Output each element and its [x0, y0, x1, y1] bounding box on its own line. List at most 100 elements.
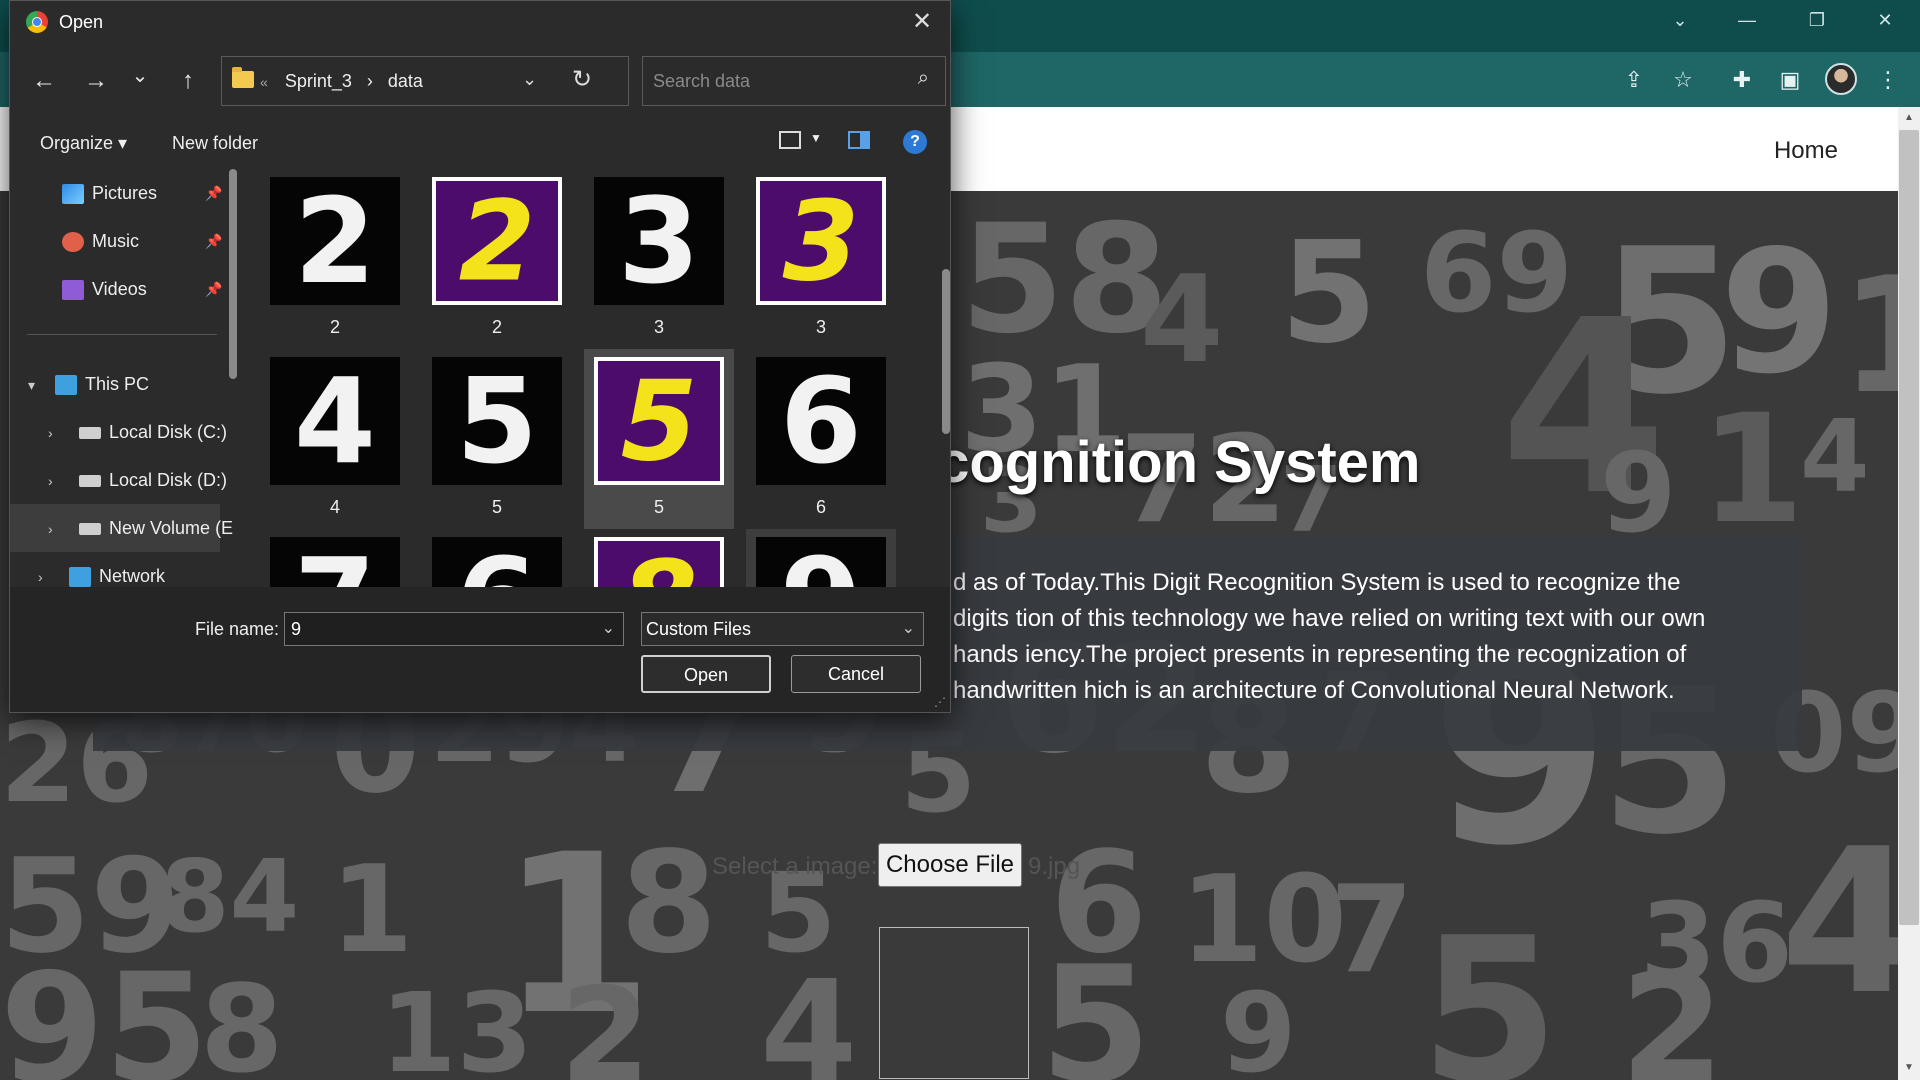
choose-file-button[interactable]: Choose File — [878, 843, 1022, 887]
nav-home-link[interactable]: Home — [1774, 137, 1838, 165]
nav-item-this-pc[interactable]: ▾ This PC — [28, 374, 149, 410]
change-view-icon[interactable] — [779, 131, 801, 149]
file-tile[interactable]: 8 — [584, 529, 734, 587]
search-input[interactable]: Search data — [653, 71, 750, 92]
minimize-icon[interactable]: — — [1732, 10, 1762, 31]
file-tile[interactable]: 22 — [260, 169, 410, 349]
scroll-down-arrow-icon[interactable]: ▼ — [1903, 1062, 1915, 1073]
file-tile[interactable]: 9 — [746, 529, 896, 587]
nav-item-local-disk-d[interactable]: › Local Disk (D:) — [48, 470, 227, 506]
svg-text:9: 9 — [1220, 969, 1297, 1080]
file-tile[interactable]: 33 — [584, 169, 734, 349]
open-file-dialog: Open ✕ ← → ⌄ ↑ « Sprint_3 › data ⌄ ↻ Sea… — [9, 0, 951, 713]
scroll-up-arrow-icon[interactable]: ▲ — [1903, 112, 1915, 123]
extensions-icon[interactable]: ✚ — [1728, 66, 1756, 94]
file-name-label: 6 — [815, 497, 826, 517]
breadcrumb-data[interactable]: data — [388, 71, 423, 91]
collapsed-chevron-icon[interactable]: › — [48, 425, 74, 441]
back-arrow-icon[interactable]: ← — [28, 67, 60, 95]
file-type-dropdown-icon[interactable]: ⌄ — [902, 618, 915, 638]
drive-icon — [79, 523, 102, 536]
page-scrollbar-thumb[interactable] — [1899, 130, 1919, 925]
svg-text:5: 5 — [1040, 931, 1151, 1080]
file-tile[interactable]: 55 — [422, 349, 572, 529]
pictures-icon — [62, 184, 84, 205]
image-thumbnail: 3 — [756, 177, 886, 305]
cancel-button[interactable]: Cancel — [791, 655, 921, 693]
close-window-icon[interactable]: ✕ — [1870, 10, 1900, 31]
tab-search-icon[interactable]: ⌄ — [1665, 10, 1695, 31]
file-type-select[interactable]: Custom Files ⌄ — [641, 612, 924, 646]
pin-icon[interactable]: 📌 — [205, 233, 222, 250]
svg-text:2: 2 — [560, 959, 650, 1080]
folder-icon — [232, 67, 254, 88]
file-grid-scrollbar[interactable] — [942, 269, 950, 434]
bookmark-star-icon[interactable]: ☆ — [1669, 66, 1697, 94]
dialog-close-icon[interactable]: ✕ — [906, 7, 938, 36]
file-tile[interactable]: 22 — [422, 169, 572, 349]
file-tile[interactable]: 66 — [746, 349, 896, 529]
expanded-chevron-icon[interactable]: ▾ — [28, 377, 50, 394]
open-button[interactable]: Open — [641, 655, 771, 693]
nav-item-label: Local Disk (C:) — [109, 422, 228, 442]
nav-divider — [27, 334, 217, 335]
file-name-label: 3 — [815, 317, 826, 337]
file-tile[interactable]: 7 — [260, 529, 410, 587]
image-preview-box — [879, 927, 1029, 1079]
collapsed-chevron-icon[interactable]: › — [48, 521, 74, 537]
restore-icon[interactable]: ❐ — [1802, 10, 1832, 31]
collapsed-chevron-icon[interactable]: › — [38, 569, 64, 585]
digit-glyph: 2 — [294, 177, 376, 305]
resize-grip-icon[interactable]: ⋰ — [934, 695, 946, 709]
nav-item-pictures[interactable]: Pictures — [62, 183, 157, 219]
breadcrumb-overflow[interactable]: « — [260, 74, 268, 90]
side-panel-icon[interactable]: ▣ — [1776, 66, 1804, 94]
file-type-value[interactable]: Custom Files — [646, 619, 751, 640]
file-tile[interactable]: 6 — [422, 529, 572, 587]
file-tile[interactable]: 44 — [260, 349, 410, 529]
search-icon[interactable]: ⌕ — [918, 67, 929, 90]
file-tile[interactable]: 33 — [746, 169, 896, 349]
nav-item-new-volume[interactable]: › New Volume (E — [48, 518, 233, 554]
nav-pane-scrollbar[interactable] — [229, 169, 237, 379]
file-tile[interactable]: 55 — [584, 349, 734, 529]
up-folder-arrow-icon[interactable]: ↑ — [172, 67, 204, 95]
recent-locations-chevron-icon[interactable]: ⌄ — [124, 63, 156, 88]
svg-text:13: 13 — [380, 969, 533, 1080]
profile-avatar[interactable] — [1825, 63, 1857, 95]
pin-icon[interactable]: 📌 — [205, 185, 222, 202]
nav-item-network[interactable]: › Network — [38, 566, 165, 587]
preview-pane-icon[interactable] — [848, 131, 870, 149]
digit-glyph: 8 — [621, 541, 698, 587]
nav-item-label: New Volume (E — [109, 518, 234, 538]
forward-arrow-icon[interactable]: → — [80, 67, 112, 95]
nav-item-label: Local Disk (D:) — [109, 470, 228, 490]
view-dropdown-icon[interactable]: ▼ — [810, 131, 822, 145]
file-name-label: 4 — [329, 497, 340, 517]
digit-glyph: 7 — [294, 537, 376, 587]
nav-item-music[interactable]: Music — [62, 231, 139, 267]
dialog-title-bar: Open — [26, 11, 103, 35]
image-thumbnail: 8 — [594, 537, 724, 587]
menu-icon[interactable]: ⋮ — [1874, 66, 1902, 94]
file-name-dropdown-icon[interactable]: ⌄ — [602, 618, 615, 638]
new-folder-button[interactable]: New folder — [172, 133, 258, 154]
digit-glyph: 5 — [621, 361, 698, 481]
help-icon[interactable]: ? — [903, 130, 927, 154]
collapsed-chevron-icon[interactable]: › — [48, 473, 74, 489]
nav-item-local-disk-c[interactable]: › Local Disk (C:) — [48, 422, 227, 458]
file-name-field[interactable]: 9 ⌄ — [284, 612, 624, 646]
pin-icon[interactable]: 📌 — [205, 281, 222, 298]
organize-button[interactable]: Organize ▾ — [40, 133, 127, 154]
refresh-icon[interactable]: ↻ — [572, 65, 592, 94]
digit-glyph: 3 — [783, 181, 860, 301]
breadcrumb-sprint3[interactable]: Sprint_3 — [285, 71, 352, 91]
address-bar[interactable]: « Sprint_3 › data ⌄ ↻ — [221, 56, 629, 106]
nav-item-videos[interactable]: Videos — [62, 279, 147, 315]
file-name-value[interactable]: 9 — [291, 619, 301, 640]
share-icon[interactable]: ⇪ — [1620, 66, 1648, 94]
drive-icon — [79, 475, 102, 488]
svg-text:8: 8 — [200, 961, 284, 1080]
address-dropdown-chevron-icon[interactable]: ⌄ — [522, 69, 537, 90]
search-box[interactable]: Search data ⌕ — [642, 56, 946, 106]
